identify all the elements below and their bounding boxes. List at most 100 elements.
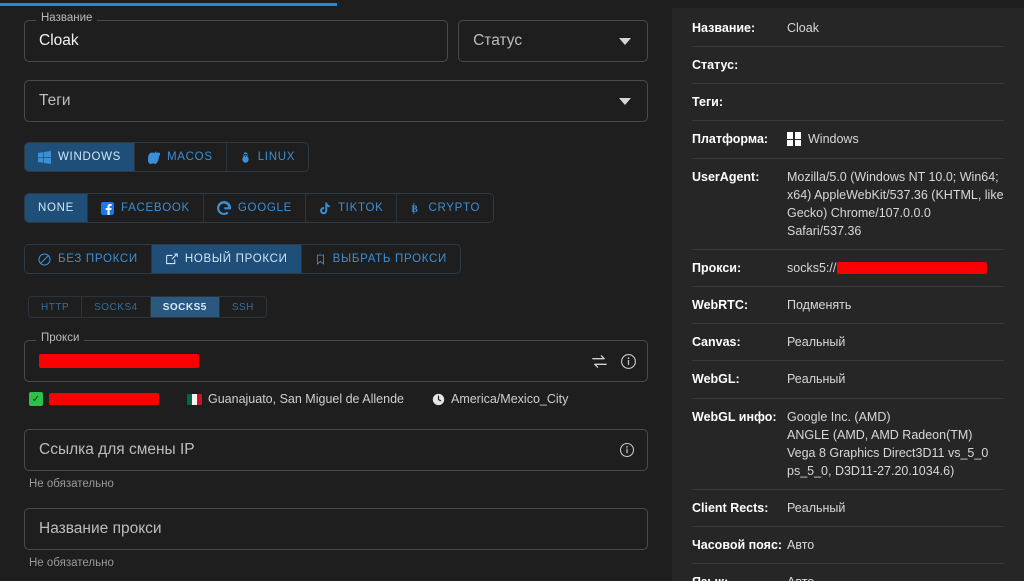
summary-row-webgl: WebGL: Реальный [692, 361, 1004, 399]
preset-button-google[interactable]: GOOGLE [204, 194, 306, 222]
preset-button-crypto[interactable]: B CRYPTO [397, 194, 493, 222]
summary-label-useragent: UserAgent: [692, 169, 760, 184]
status-select-placeholder: Статус [473, 32, 523, 49]
proxy-input-value-redacted [39, 354, 199, 368]
proxy-mode-button-none[interactable]: БЕЗ ПРОКСИ [25, 245, 152, 273]
os-button-linux[interactable]: LINUX [227, 143, 308, 171]
profile-name-label: Название [36, 12, 98, 25]
name-status-row: Название Cloak Статус [24, 12, 648, 62]
os-selector: WINDOWS MACOS LINUX [24, 142, 310, 172]
os-button-macos[interactable]: MACOS [135, 143, 227, 171]
profile-name-value: Cloak [39, 32, 79, 49]
summary-label-language: Язык: [692, 573, 787, 581]
info-icon[interactable] [619, 442, 635, 458]
facebook-icon [101, 201, 115, 215]
linux-icon [240, 151, 251, 164]
summary-row-client-rects: Client Rects: Реальный [692, 490, 1004, 528]
summary-value-proxy: socks5:// [787, 261, 837, 275]
app-root: Название Cloak Статус Теги WINDOWS MACOS… [0, 0, 1024, 581]
no-proxy-icon [38, 252, 51, 266]
summary-label-canvas: Canvas: [692, 335, 741, 350]
preset-button-facebook[interactable]: FACEBOOK [88, 194, 204, 222]
profile-name-field[interactable]: Название Cloak [24, 12, 449, 62]
proxy-name-placeholder: Название прокси [39, 520, 162, 537]
proxy-mode-selector: БЕЗ ПРОКСИ НОВЫЙ ПРОКСИ ВЫБРАТЬ ПРОКСИ [24, 244, 462, 274]
proxy-mode-button-select[interactable]: ВЫБРАТЬ ПРОКСИ [302, 245, 460, 273]
summary-value-client-rects: Реальный [787, 501, 846, 515]
preset-selector: NONE FACEBOOK GOOGLE TIKTOK B CRYPTO [24, 193, 495, 223]
summary-row-platform: Платформа: Windows [692, 121, 1004, 159]
check-icon: ✓ [29, 392, 43, 406]
ip-change-link-placeholder: Ссылка для смены IP [39, 441, 195, 458]
proxy-location: Guanajuato, San Miguel de Allende [187, 392, 404, 406]
windows-icon [787, 132, 801, 147]
preset-button-google-label: GOOGLE [237, 202, 292, 214]
summary-label-status: Статус: [692, 58, 739, 73]
summary-value-name: Cloak [787, 21, 819, 35]
summary-value-proxy-redacted [837, 262, 988, 275]
summary-label-webgl: WebGL: [692, 372, 740, 387]
ip-change-link-field[interactable]: Ссылка для смены IP [24, 429, 648, 471]
proxy-protocol-button-ssh-label: SSH [231, 301, 254, 313]
proxy-protocol-button-http-label: HTTP [41, 301, 70, 313]
proxy-name-field[interactable]: Название прокси [24, 508, 648, 550]
os-button-linux-label: LINUX [257, 151, 296, 163]
proxy-protocol-button-socks4-label: SOCKS4 [94, 301, 138, 313]
chevron-down-icon [619, 97, 631, 105]
summary-row-status: Статус: [692, 47, 1004, 85]
preset-button-none-label: NONE [38, 202, 75, 214]
summary-row-tags: Теги: [692, 84, 1004, 122]
tags-select-placeholder: Теги [39, 92, 71, 109]
summary-label-proxy: Прокси: [692, 261, 742, 275]
os-button-windows[interactable]: WINDOWS [25, 143, 136, 171]
info-icon[interactable] [620, 353, 637, 370]
summary-value-platform: Windows [808, 132, 859, 147]
profile-summary-panel: Название: Cloak Статус: Теги: Платформа:… [672, 8, 1024, 581]
summary-row-timezone: Часовой пояс: Авто [692, 527, 1004, 565]
proxy-protocol-button-ssh[interactable]: SSH [220, 297, 266, 317]
chevron-down-icon [619, 37, 631, 45]
preset-button-none[interactable]: NONE [25, 194, 89, 222]
proxy-ip-redacted [49, 393, 159, 405]
summary-value-webgl-info: Google Inc. (AMD) ANGLE (AMD, AMD Radeon… [787, 409, 989, 478]
proxy-protocol-button-socks4[interactable]: SOCKS4 [82, 297, 151, 317]
swap-icon[interactable] [591, 353, 608, 370]
proxy-geo-info: ✓ Guanajuato, San Miguel de Allende Amer… [24, 392, 648, 406]
proxy-input-field[interactable]: Прокси [24, 332, 648, 382]
apple-icon [148, 151, 161, 164]
summary-label-tags: Теги: [692, 95, 724, 110]
summary-value-canvas: Реальный [787, 335, 846, 350]
proxy-check-status: ✓ [29, 392, 159, 406]
preset-button-tiktok-label: TIKTOK [337, 202, 384, 214]
summary-row-language: Язык: Авто [692, 564, 1004, 581]
proxy-protocol-button-socks5-label: SOCKS5 [162, 301, 207, 313]
google-icon [216, 201, 231, 215]
proxy-mode-button-none-label: БЕЗ ПРОКСИ [58, 253, 138, 265]
proxy-location-label: Guanajuato, San Miguel de Allende [208, 392, 404, 406]
summary-row-webrtc: WebRTC: Подменять [692, 287, 1004, 325]
proxy-protocol-button-socks5[interactable]: SOCKS5 [150, 297, 220, 317]
os-button-windows-label: WINDOWS [58, 151, 122, 163]
summary-row-webgl-info: WebGL инфо: Google Inc. (AMD) ANGLE (AMD… [692, 399, 1004, 490]
tags-select[interactable]: Теги [24, 80, 648, 122]
preset-button-tiktok[interactable]: TIKTOK [306, 194, 398, 222]
proxy-timezone-label: America/Mexico_City [450, 392, 569, 406]
active-tab-indicator [0, 3, 337, 6]
proxy-mode-button-new[interactable]: НОВЫЙ ПРОКСИ [151, 245, 302, 273]
top-tabbar [0, 0, 1024, 8]
summary-value-platform-wrap: Windows [787, 130, 1004, 148]
summary-value-proxy-wrap: socks5:// [787, 259, 1004, 277]
summary-label-name: Название: [692, 21, 756, 35]
proxy-protocol-button-http[interactable]: HTTP [29, 297, 83, 317]
svg-text:B: B [412, 203, 419, 214]
preset-button-facebook-label: FACEBOOK [121, 202, 190, 214]
status-select[interactable]: Статус [458, 20, 648, 62]
summary-value-timezone: Авто [787, 538, 815, 553]
proxy-field-actions [591, 353, 637, 370]
proxy-protocol-selector: HTTP SOCKS4 SOCKS5 SSH [28, 296, 267, 318]
summary-row-canvas: Canvas: Реальный [692, 324, 1004, 362]
summary-row-useragent: UserAgent: Mozilla/5.0 (Windows NT 10.0;… [692, 159, 1004, 250]
os-button-macos-label: MACOS [167, 151, 213, 163]
summary-value-webgl: Реальный [787, 372, 846, 387]
windows-icon [38, 150, 51, 164]
